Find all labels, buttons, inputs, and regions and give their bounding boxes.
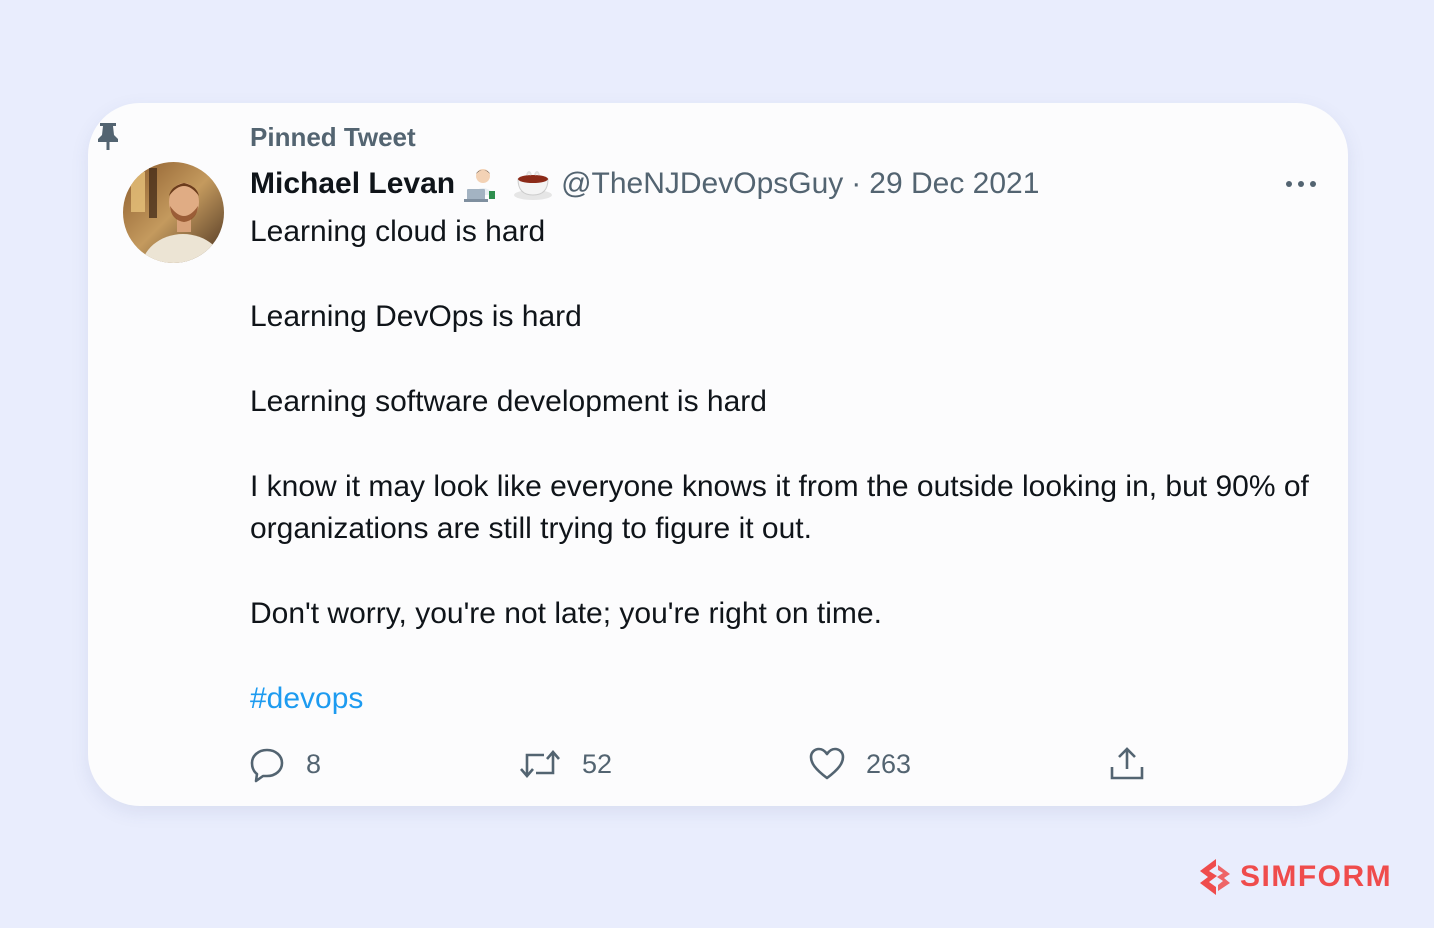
tweet-header: Michael Levan @TheNJDevOpsGuy · 29 Dec 2… xyxy=(250,165,1039,203)
tweet-line: I know it may look like everyone knows i… xyxy=(250,470,1309,545)
share-icon xyxy=(1110,747,1144,780)
reply-button[interactable]: 8 xyxy=(248,741,321,787)
tweet-line: Learning DevOps is hard xyxy=(250,300,582,333)
technologist-icon xyxy=(461,165,505,203)
separator-dot: · xyxy=(851,167,862,200)
tweet-line: Don't worry, you're not late; you're rig… xyxy=(250,597,882,630)
reply-count: 8 xyxy=(306,748,322,779)
share-button[interactable] xyxy=(1108,741,1146,787)
pin-icon xyxy=(98,123,118,150)
tweet-card[interactable]: Pinned Tweet Michael Levan @TheNJDevOpsG… xyxy=(88,103,1348,806)
simform-logo-icon xyxy=(1200,859,1230,895)
more-options-icon[interactable] xyxy=(1284,175,1318,193)
like-count: 263 xyxy=(866,748,912,779)
hashtag-link[interactable]: #devops xyxy=(250,682,363,715)
retweet-count: 52 xyxy=(582,748,613,779)
simform-logo: SIMFORM xyxy=(1196,856,1392,898)
tweet-date[interactable]: 29 Dec 2021 xyxy=(869,167,1039,201)
coffee-icon xyxy=(511,165,555,203)
retweet-icon xyxy=(520,750,560,778)
tweet-line: Learning cloud is hard xyxy=(250,215,546,248)
pinned-tweet-label: Pinned Tweet xyxy=(250,122,416,152)
author-name[interactable]: Michael Levan xyxy=(250,167,455,201)
reply-icon xyxy=(250,748,284,783)
avatar[interactable] xyxy=(123,162,224,263)
like-button[interactable]: 263 xyxy=(808,741,911,787)
simform-wordmark: SIMFORM xyxy=(1240,860,1393,893)
tweet-actions: 8 52 263 xyxy=(248,741,1248,787)
tweet-line: Learning software development is hard xyxy=(250,385,767,418)
heart-icon xyxy=(809,747,845,780)
retweet-button[interactable]: 52 xyxy=(518,741,612,787)
tweet-body: Learning cloud is hard Learning DevOps i… xyxy=(250,211,1310,720)
author-handle[interactable]: @TheNJDevOpsGuy xyxy=(561,167,843,201)
